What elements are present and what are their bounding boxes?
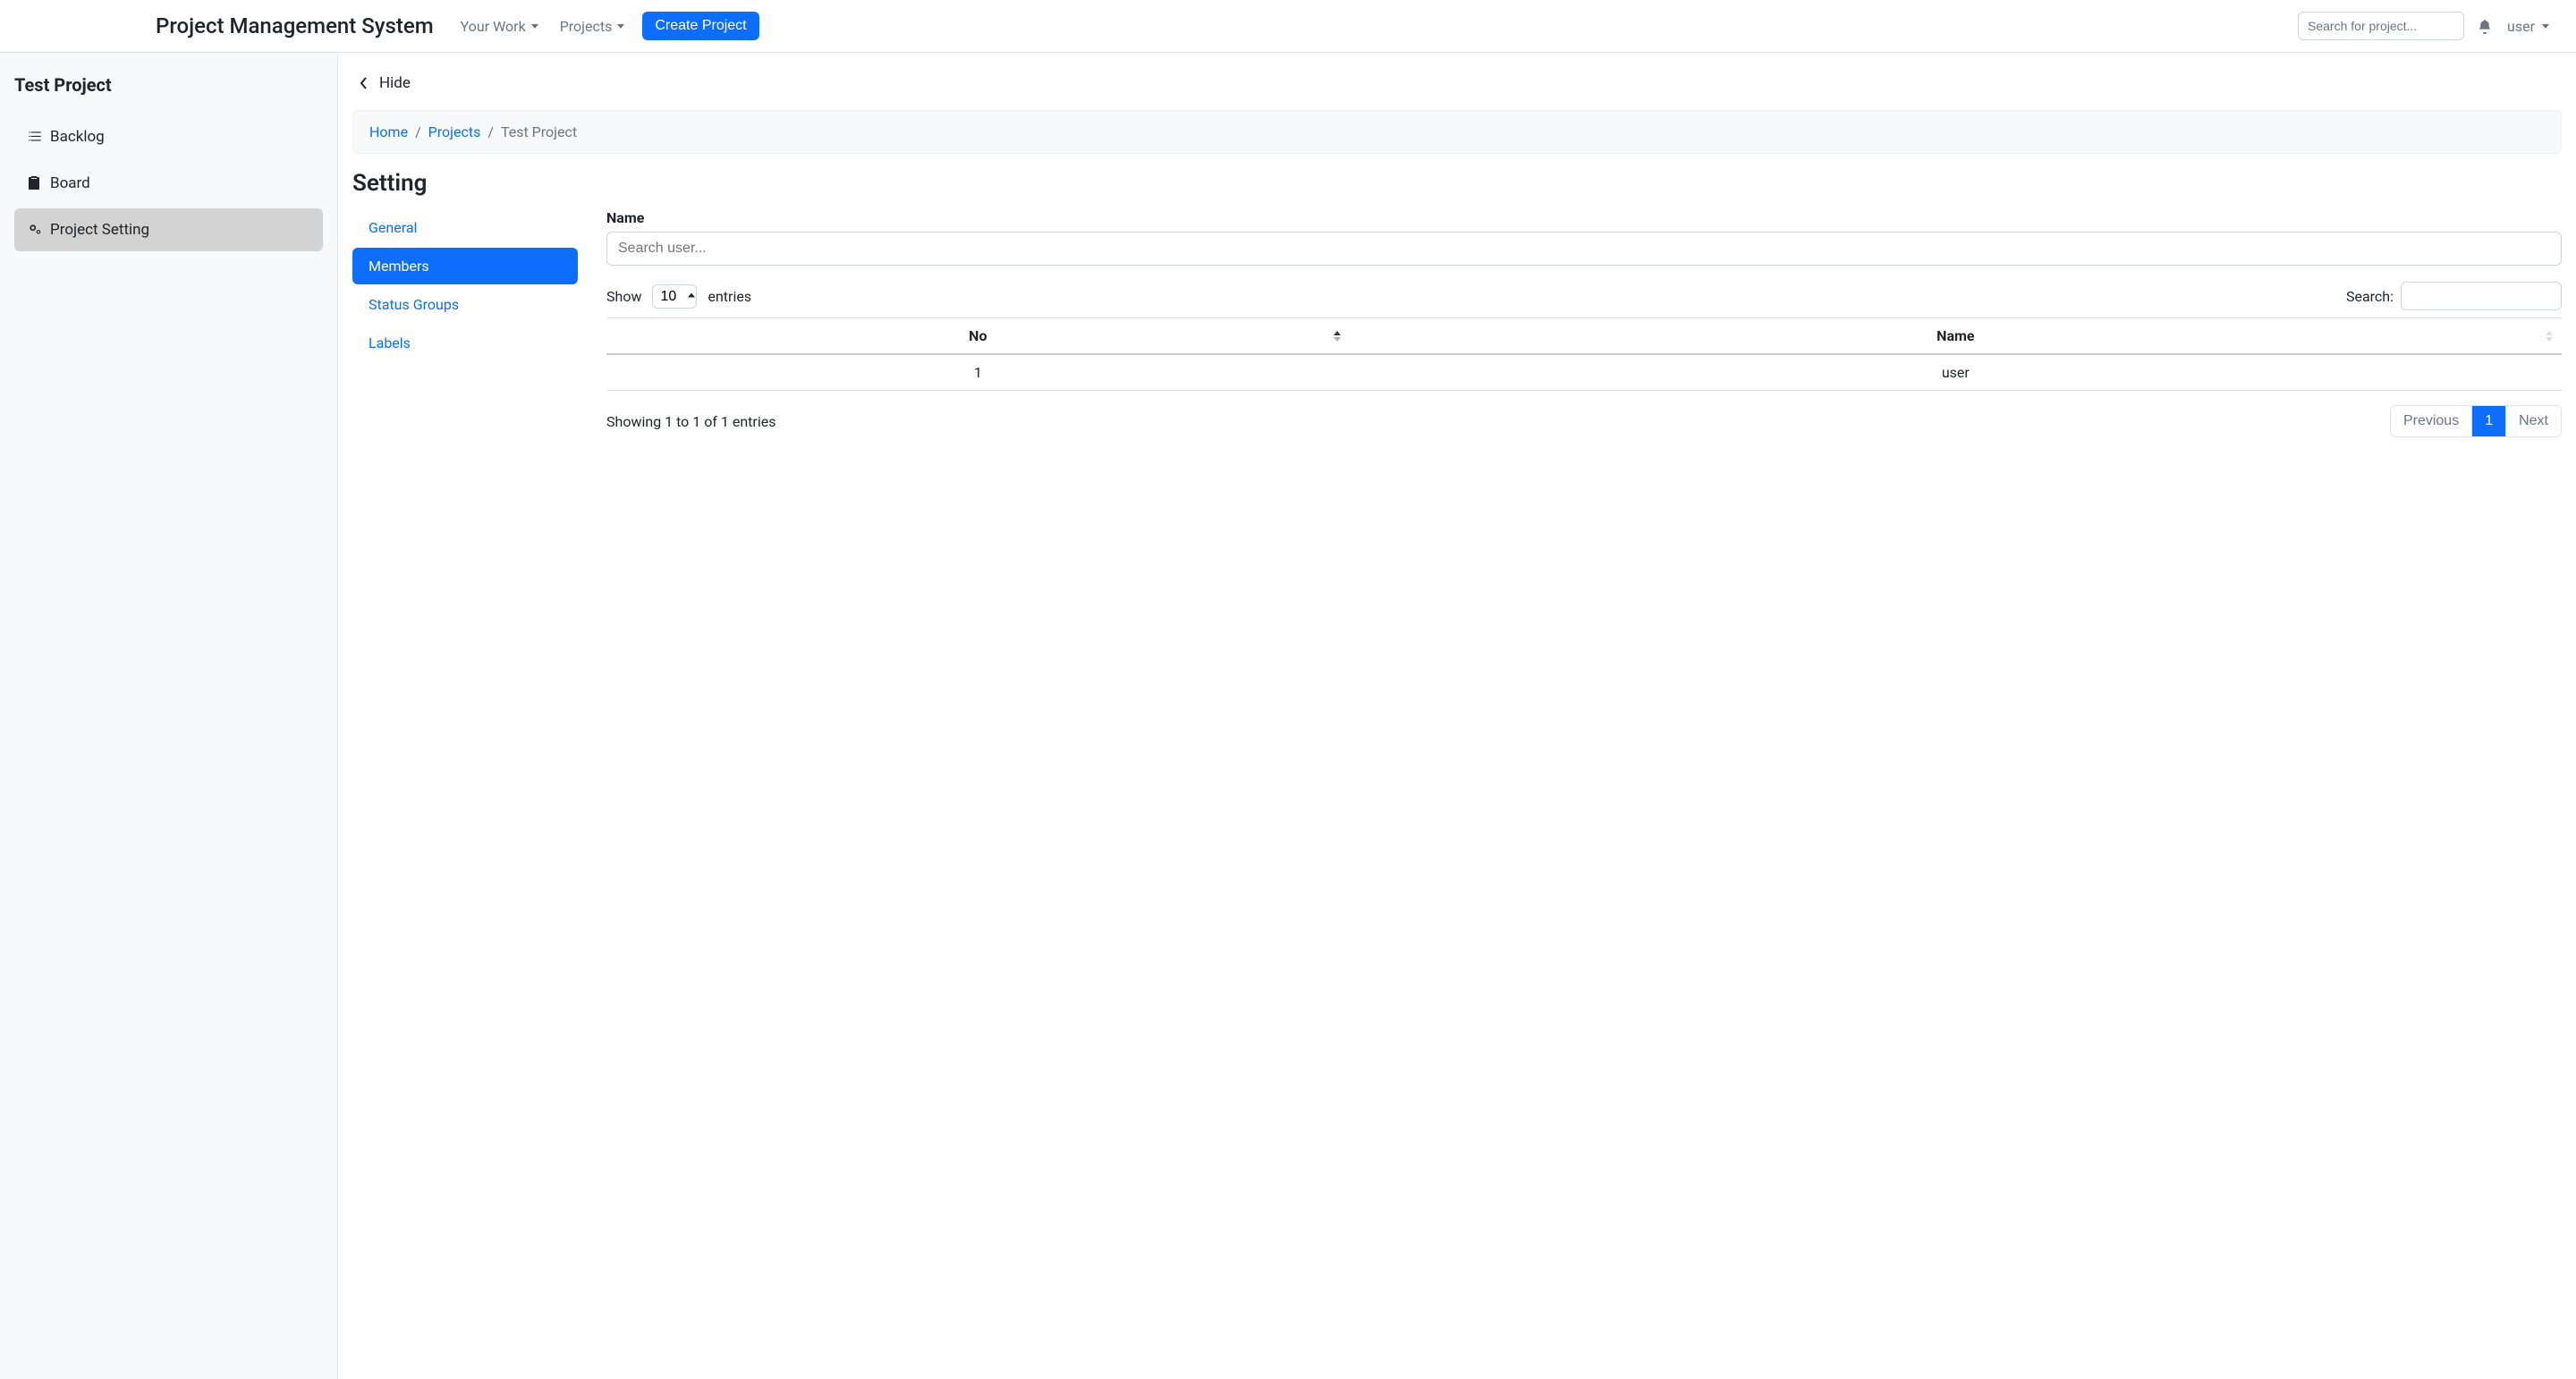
table-row: 1 user [606,354,2562,391]
breadcrumb-separator: / [415,123,421,140]
show-label: Show [606,288,641,305]
length-select-wrap: 10 [647,284,702,309]
app-brand[interactable]: Project Management System [156,13,434,38]
page-prev-button[interactable]: Previous [2391,406,2472,436]
nav-projects-label: Projects [560,18,613,35]
global-search-input[interactable] [2298,12,2464,40]
breadcrumb-separator: / [487,123,494,140]
pagination: Previous 1 Next [2390,405,2562,437]
hide-toggle-label: Hide [379,74,411,92]
project-sidebar: Test Project Backlog Board Project Setti… [0,53,338,1379]
user-menu-label: user [2507,18,2535,35]
tab-general[interactable]: General [352,209,578,246]
members-pane: Name Show 10 entries Search: [578,209,2562,437]
gears-icon [27,222,50,238]
breadcrumb-home[interactable]: Home [369,123,408,140]
chevron-down-icon [617,24,624,29]
list-icon [27,129,50,145]
chevron-left-icon [358,77,370,89]
chevron-down-icon [2542,24,2549,29]
sidebar-item-project-setting[interactable]: Project Setting [14,208,323,251]
page-length-select[interactable]: 10 [652,284,697,309]
sort-icon [1334,331,1341,342]
sidebar-item-label: Board [50,174,90,192]
tab-labels[interactable]: Labels [352,325,578,361]
chevron-down-icon [531,24,538,29]
cell-no: 1 [606,354,1350,391]
col-header-no[interactable]: No [606,318,1350,355]
create-project-button[interactable]: Create Project [642,12,758,40]
clipboard-icon [27,176,50,190]
breadcrumb-projects[interactable]: Projects [428,123,481,140]
tab-status-groups[interactable]: Status Groups [352,286,578,323]
search-user-input[interactable] [606,232,2562,266]
setting-tabs: General Members Status Groups Labels [352,209,578,437]
table-info: Showing 1 to 1 of 1 entries [606,413,775,430]
table-search-input[interactable] [2401,282,2562,310]
entries-label: entries [708,288,751,305]
table-search-label: Search: [2346,288,2394,305]
name-field-label: Name [606,209,2562,226]
breadcrumb: Home / Projects / Test Project [352,110,2562,154]
breadcrumb-current: Test Project [501,123,577,140]
hide-sidebar-toggle[interactable]: Hide [352,74,2562,92]
page-1-button[interactable]: 1 [2472,406,2506,436]
page-next-button[interactable]: Next [2506,406,2561,436]
sort-icon [2546,331,2553,342]
top-navbar: Project Management System Your Work Proj… [0,0,2576,53]
page-title: Setting [352,170,2562,197]
sidebar-item-backlog[interactable]: Backlog [14,115,323,158]
nav-your-work-label: Your Work [461,18,526,35]
bell-icon [2477,18,2493,34]
col-header-name[interactable]: Name [1350,318,2562,355]
cell-name: user [1350,354,2562,391]
sidebar-item-label: Project Setting [50,221,149,239]
sidebar-project-name: Test Project [14,74,323,96]
sidebar-item-board[interactable]: Board [14,162,323,205]
nav-your-work[interactable]: Your Work [453,11,546,42]
notifications-button[interactable] [2477,18,2493,34]
user-menu[interactable]: user [2502,18,2555,35]
nav-projects[interactable]: Projects [553,11,632,42]
sidebar-item-label: Backlog [50,128,105,146]
members-table: No Name 1 user [606,317,2562,391]
tab-members[interactable]: Members [352,248,578,284]
main-content: Hide Home / Projects / Test Project Sett… [338,53,2576,1379]
